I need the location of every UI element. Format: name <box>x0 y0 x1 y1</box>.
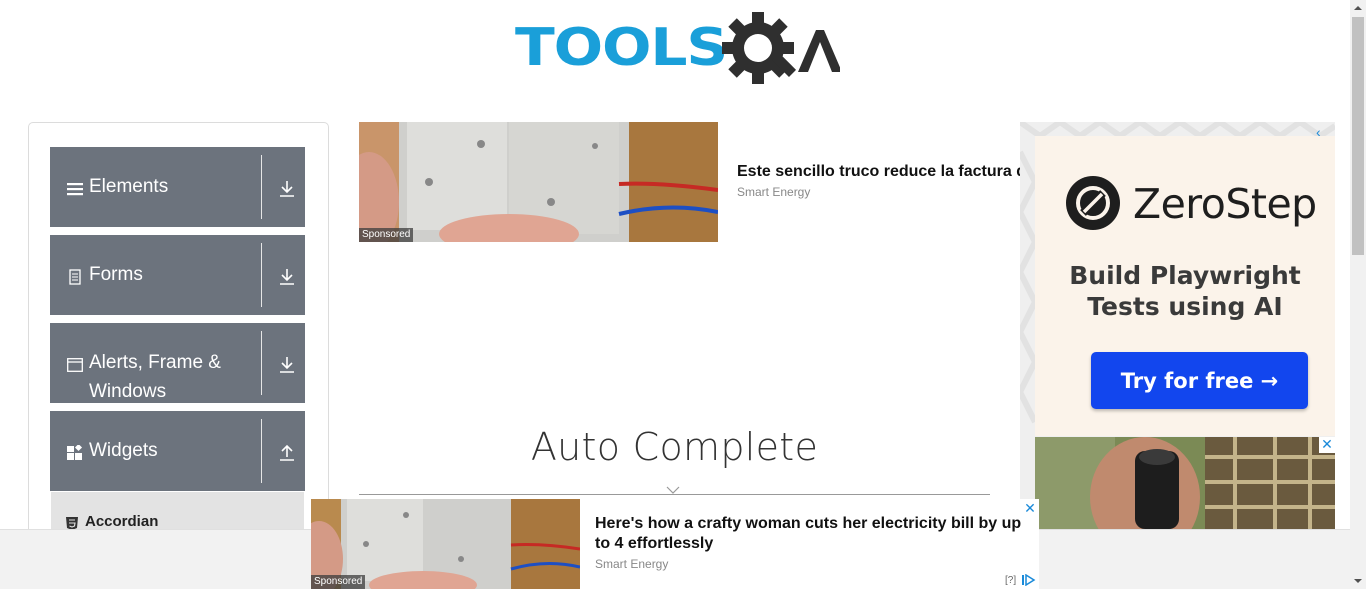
group-header-alerts[interactable]: Alerts, Frame & Windows <box>50 323 305 403</box>
ad-source[interactable]: Smart Energy <box>737 185 810 199</box>
menu-item-label: Accordian <box>85 513 159 530</box>
title-divider <box>359 494 990 495</box>
divider <box>261 243 262 307</box>
side-ad[interactable]: ZeroStep Build Playwright Tests using AI… <box>1020 122 1335 532</box>
page: TOOLS Elements Forms Alerts, Frame & Win… <box>0 0 1366 589</box>
group-label-elements: Elements <box>89 176 169 197</box>
page-title: Auto Complete <box>530 425 819 469</box>
ad-tagline-line2: Tests using AI <box>1087 292 1283 321</box>
zerostep-logo-icon <box>1066 176 1120 230</box>
sponsored-label: Sponsored <box>359 228 414 242</box>
group-header-widgets[interactable]: Widgets <box>50 411 305 491</box>
adchoices-icon[interactable] <box>1022 574 1036 586</box>
ad-photo-monocular <box>1035 437 1335 532</box>
close-icon[interactable]: ✕ <box>1023 501 1037 515</box>
scroll-up-icon[interactable] <box>1350 0 1366 17</box>
window-icon <box>67 358 83 372</box>
group-header-elements[interactable]: Elements <box>50 147 305 227</box>
divider <box>261 419 262 483</box>
toolsqa-logo[interactable]: TOOLS <box>512 10 842 92</box>
bottom-ad[interactable]: Sponsored Here's how a crafty woman cuts… <box>311 499 1039 589</box>
vertical-scrollbar[interactable] <box>1350 0 1366 589</box>
ad-tagline-line1: Build Playwright <box>1069 261 1301 290</box>
scroll-down-icon[interactable] <box>1350 572 1366 589</box>
left-panel: Elements Forms Alerts, Frame & Windows W… <box>28 122 329 562</box>
ad-image[interactable]: Sponsored <box>359 122 718 242</box>
download-arrow-icon[interactable] <box>277 267 297 287</box>
ad-brand: ZeroStep <box>1133 180 1317 228</box>
hamburger-icon <box>67 183 83 196</box>
bottom-ad-headline[interactable]: Here's how a crafty woman cuts her elect… <box>595 514 1025 554</box>
chevron-down-icon <box>666 486 680 494</box>
document-icon <box>69 269 81 285</box>
try-for-free-button[interactable]: Try for free → <box>1091 352 1308 409</box>
divider <box>261 155 262 219</box>
download-arrow-icon[interactable] <box>277 179 297 199</box>
scrollbar-thumb[interactable] <box>1352 17 1364 255</box>
ad-photo[interactable]: ✕ <box>1035 437 1335 532</box>
group-label-alerts: Alerts, Frame & Windows <box>89 352 221 402</box>
adchoices-icon[interactable]: ‹ <box>1316 124 1321 140</box>
group-label-forms: Forms <box>89 264 143 285</box>
download-arrow-icon[interactable] <box>277 355 297 375</box>
ad-photo-breaker <box>359 122 718 242</box>
widgets-icon <box>67 445 83 460</box>
gear-magnifier-icon <box>722 12 840 84</box>
ad-card[interactable]: ZeroStep Build Playwright Tests using AI… <box>1035 136 1335 436</box>
close-icon[interactable]: ✕ <box>1319 437 1335 453</box>
bottom-ad-source[interactable]: Smart Energy <box>595 557 668 571</box>
logo-text: TOOLS <box>515 18 728 78</box>
upload-arrow-icon[interactable] <box>277 443 297 463</box>
ad-tagline: Build Playwright Tests using AI <box>1035 260 1335 322</box>
sponsored-label: Sponsored <box>311 575 366 589</box>
group-label-widgets: Widgets <box>89 440 158 461</box>
bottom-ad-image[interactable]: Sponsored <box>311 499 580 589</box>
ad-headline[interactable]: Este sencillo truco reduce la factura de… <box>737 163 1027 181</box>
divider <box>261 331 262 395</box>
ad-help-link[interactable]: [?] <box>1005 575 1016 586</box>
group-header-forms[interactable]: Forms <box>50 235 305 315</box>
